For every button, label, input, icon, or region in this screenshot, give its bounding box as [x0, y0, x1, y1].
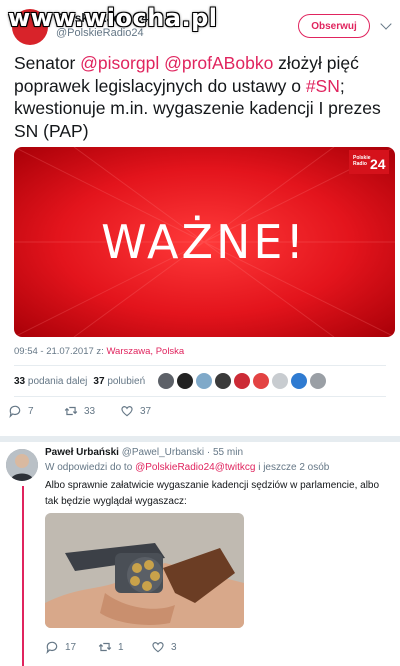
- tweet-time[interactable]: 09:54 - 21.07.2017 z:: [14, 346, 106, 357]
- heart-icon: [152, 642, 164, 653]
- liker-avatar[interactable]: [253, 373, 269, 389]
- reply-text: Albo sprawnie załatwicie wygaszanie kade…: [45, 480, 380, 507]
- logo-line2: Radio: [353, 161, 367, 167]
- reply-actions: 17 1 3: [45, 640, 204, 654]
- retweets-stat[interactable]: 33 podania dalej: [14, 376, 87, 387]
- reply-to-suffix: i jeszcze 2 osób: [255, 462, 330, 473]
- like-count: 37: [140, 405, 152, 417]
- retweets-label: podania dalej: [27, 376, 88, 387]
- like-count: 3: [171, 641, 177, 653]
- tweet-media-image[interactable]: WAŻNE! Polskie Radio 24: [14, 147, 395, 337]
- liker-avatar[interactable]: [158, 373, 174, 389]
- retweet-icon: [64, 406, 78, 416]
- divider: [14, 365, 386, 366]
- retweet-button[interactable]: 33: [64, 404, 120, 418]
- mention-link[interactable]: @profABobko: [164, 53, 273, 73]
- liker-avatar[interactable]: [272, 373, 288, 389]
- reply-button[interactable]: 17: [45, 640, 98, 654]
- retweets-count: 33: [14, 376, 26, 387]
- retweet-button[interactable]: 1: [98, 640, 151, 654]
- tweet-meta: 09:54 - 21.07.2017 z: Warszawa, Polska: [14, 346, 184, 357]
- tweet-location[interactable]: Warszawa, Polska: [106, 346, 184, 357]
- divider: [14, 396, 386, 397]
- reply-avatar[interactable]: [6, 449, 38, 481]
- retweet-icon: [98, 642, 112, 652]
- liker-avatar[interactable]: [310, 373, 326, 389]
- chevron-down-icon[interactable]: [380, 18, 392, 30]
- retweet-count: 33: [84, 405, 96, 417]
- liker-avatar[interactable]: [177, 373, 193, 389]
- logo-number: 24: [370, 156, 386, 172]
- likers-avatars: [158, 373, 326, 389]
- reply-button[interactable]: 7: [8, 404, 64, 418]
- follow-button[interactable]: Obserwuj: [298, 14, 370, 38]
- hashtag-link[interactable]: #SN: [306, 76, 340, 96]
- like-button[interactable]: 3: [151, 640, 204, 654]
- reply-header: Paweł Urbański @Pawel_Urbanski · 55 min: [45, 447, 243, 458]
- tweet-stats: 33 podania dalej 37 polubień: [14, 376, 145, 387]
- mention-link[interactable]: @pisorgpl: [80, 53, 159, 73]
- tweet-text: Senator @pisorgpl @profABobko złożył pię…: [14, 52, 390, 142]
- heart-icon: [121, 406, 133, 417]
- reply-to-mention[interactable]: @PolskieRadio24@twitkcg: [135, 462, 255, 473]
- like-button[interactable]: 37: [120, 404, 176, 418]
- likes-count: 37: [93, 376, 105, 387]
- reply-author-handle[interactable]: @Pawel_Urbanski · 55 min: [122, 447, 243, 458]
- liker-avatar[interactable]: [291, 373, 307, 389]
- thread-line: [22, 486, 24, 666]
- reply-to-prefix: W odpowiedzi do to: [45, 462, 136, 473]
- tweet-actions: 7 33 37: [8, 404, 176, 418]
- reply-context: W odpowiedzi do to @PolskieRadio24@twitk…: [45, 462, 329, 473]
- reply-author-name[interactable]: Paweł Urbański: [45, 447, 119, 458]
- likes-stat[interactable]: 37 polubień: [93, 376, 145, 387]
- liker-avatar[interactable]: [196, 373, 212, 389]
- likes-label: polubień: [107, 376, 146, 387]
- reply-count: 7: [28, 405, 34, 417]
- liker-avatar[interactable]: [234, 373, 250, 389]
- liker-avatar[interactable]: [215, 373, 231, 389]
- tweet-text-lead: Senator: [14, 53, 81, 73]
- reply-icon: [9, 405, 21, 418]
- media-headline: WAŻNE!: [101, 215, 307, 269]
- watermark: www.wiocha.pl: [8, 4, 218, 32]
- reply-icon: [46, 641, 58, 654]
- retweet-count: 1: [118, 641, 124, 653]
- reply-media-image[interactable]: [45, 513, 244, 628]
- reply-count: 17: [65, 641, 77, 653]
- reply-tweet[interactable]: Paweł Urbański @Pawel_Urbanski · 55 min …: [0, 442, 400, 666]
